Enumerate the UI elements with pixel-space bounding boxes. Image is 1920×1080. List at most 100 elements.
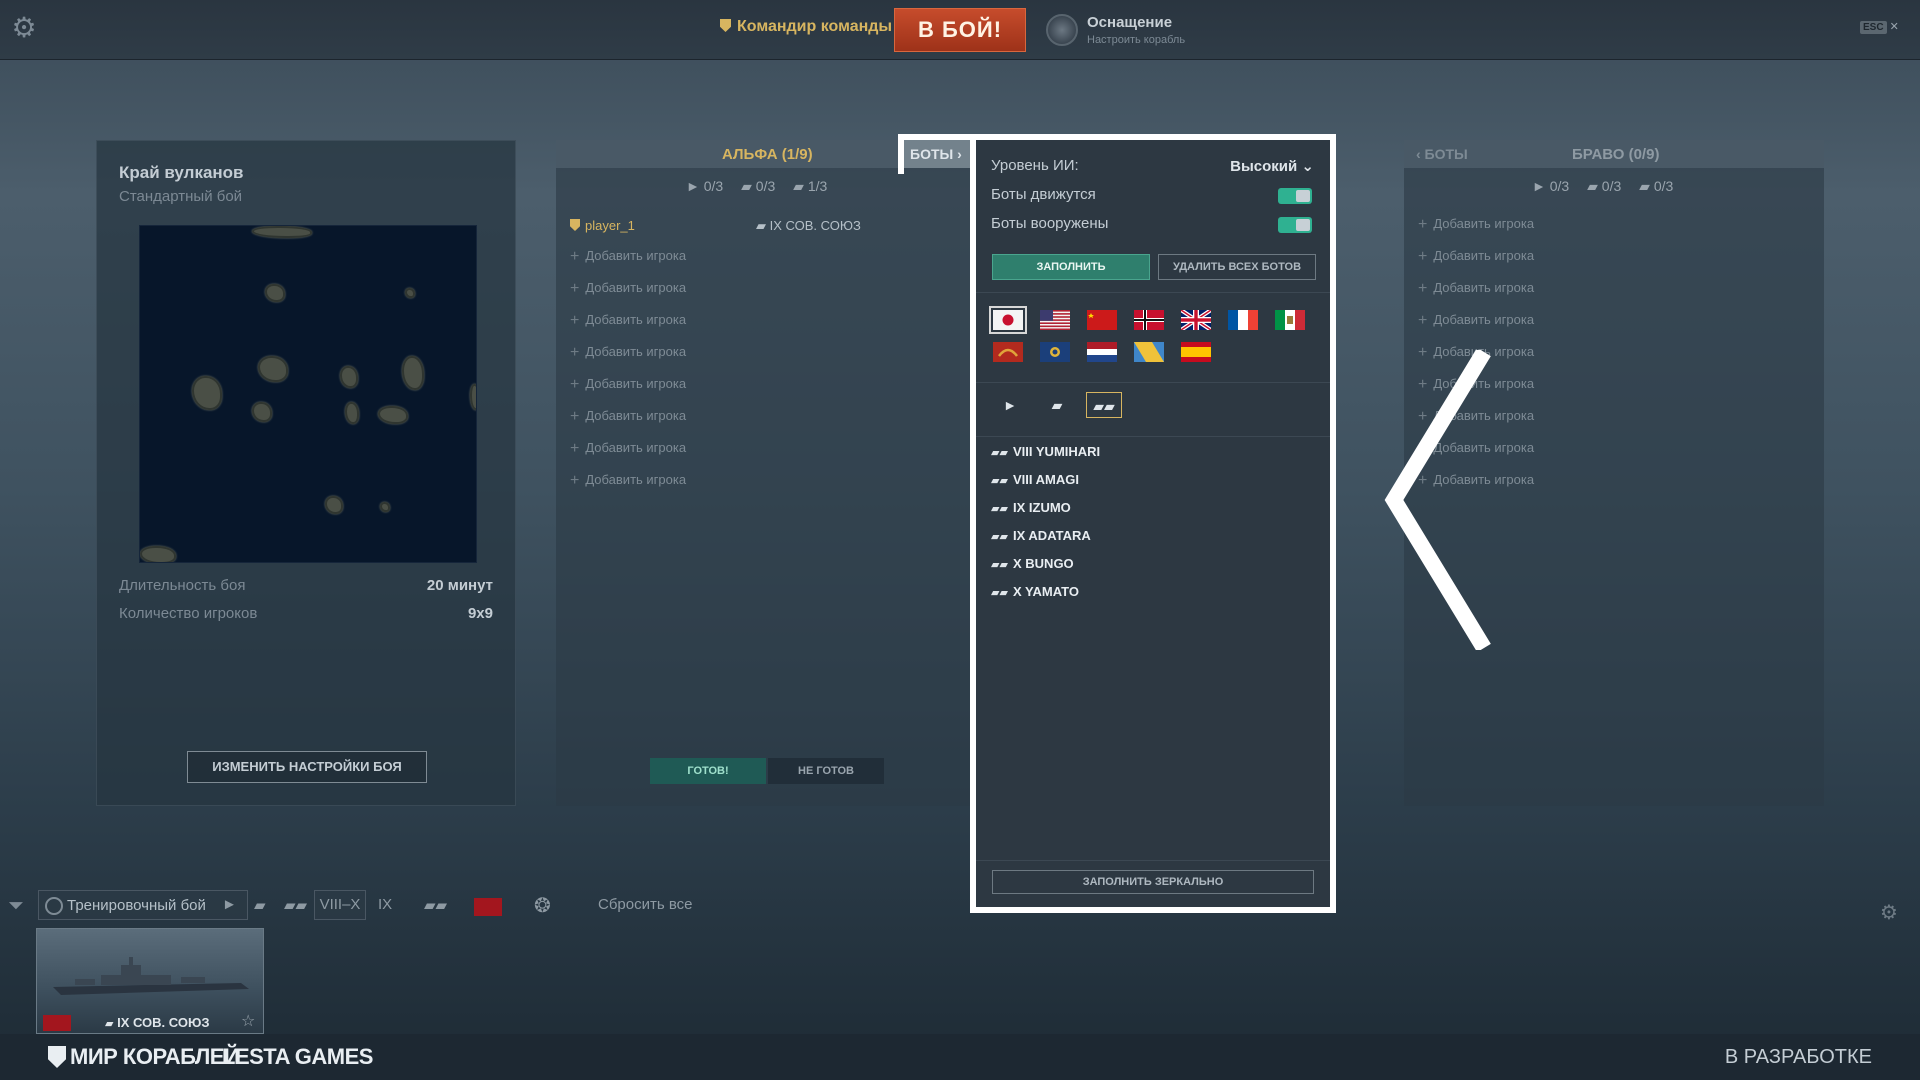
island [378, 406, 408, 424]
destroyer-class-icon[interactable]: ▰▰ [1086, 392, 1122, 418]
plus-icon: + [1418, 280, 1428, 297]
battleship-class-icon[interactable]: ► [992, 392, 1028, 418]
add-player-slot[interactable]: + Добавить игрока [1418, 280, 1534, 298]
ship-class-icon: ▰▰ [991, 559, 1008, 571]
esc-key: ESC [1860, 21, 1887, 34]
reset-all-filters[interactable]: Сбросить все [598, 896, 692, 913]
bravo-class-counts: ► 0/3 ▰ 0/3 ▰ 0/3 [1532, 178, 1674, 194]
equipment-icon[interactable] [1046, 14, 1078, 46]
island [380, 502, 390, 512]
tier-range-filter[interactable]: VIII–X [314, 890, 366, 920]
player-1-ship: ▰ IX СОВ. СОЮЗ [756, 218, 861, 233]
add-player-slot[interactable]: + Добавить игрока [570, 472, 686, 490]
change-battle-settings-button[interactable]: ИЗМЕНИТЬ НАСТРОЙКИ БОЯ [187, 751, 427, 783]
add-player-slot[interactable]: + Добавить игрока [1418, 312, 1534, 330]
cruiser-icon: ▰ [1587, 178, 1598, 194]
bravo-title: БРАВО (0/9) [1572, 146, 1660, 163]
tier-filter[interactable]: IX [378, 896, 392, 913]
ussr-flag[interactable] [1087, 310, 1117, 330]
france-flag[interactable] [1228, 310, 1258, 330]
ship-image [53, 957, 249, 995]
ship-carousel-card[interactable]: ▰ IX СОВ. СОЮЗ ☆ [36, 928, 264, 1034]
island [340, 366, 358, 388]
carousel-filter-bar: ⏷ Тренировочный бой ► ▰ ▰▰ VIII–X IX ▰▰ … [0, 890, 1920, 924]
equipment-title[interactable]: Оснащение [1087, 14, 1172, 31]
bots-armed-toggle[interactable] [1278, 217, 1312, 233]
usa-flag[interactable] [1040, 310, 1070, 330]
fill-bots-button[interactable]: ЗАПОЛНИТЬ [992, 254, 1150, 280]
battle-mode-select[interactable]: Тренировочный бой [38, 890, 248, 920]
star-icon: ☆ [241, 1013, 256, 1030]
ussr-flag-filter[interactable] [474, 898, 502, 916]
uk-flag[interactable] [1181, 310, 1211, 330]
divider [976, 382, 1330, 383]
pan-america-flag[interactable] [1134, 342, 1164, 362]
ai-level-dropdown[interactable]: Высокий ⌄ [1230, 157, 1314, 175]
destroyer-filter-icon[interactable]: ▰▰ [284, 896, 307, 914]
remove-all-bots-button[interactable]: УДАЛИТЬ ВСЕХ БОТОВ [1158, 254, 1316, 280]
settings-gear-icon[interactable]: ⚙ [10, 14, 38, 42]
island [325, 496, 343, 514]
plus-icon: + [1418, 312, 1428, 329]
carousel-settings-icon[interactable]: ⚙ [1880, 900, 1898, 925]
in-development-label: В РАЗРАБОТКЕ [1724, 1046, 1872, 1068]
plus-icon: + [570, 280, 580, 297]
ship-list-item[interactable]: ▰▰ X YAMATO [991, 584, 1079, 599]
bots-panel: Уровень ИИ: Высокий ⌄ Боты движутся Боты… [976, 140, 1330, 907]
plus-icon: + [570, 248, 580, 265]
island [252, 226, 312, 238]
add-player-slot[interactable]: + Добавить игрока [570, 280, 686, 298]
battleship-icon: ► [686, 178, 700, 194]
bots-tab[interactable]: БОТЫ › [904, 140, 976, 168]
bots-move-toggle[interactable] [1278, 188, 1312, 204]
battle-button[interactable]: В БОЙ! [894, 8, 1026, 52]
germany-flag[interactable] [1134, 310, 1164, 330]
add-player-slot[interactable]: + Добавить игрока [570, 408, 686, 426]
cruiser-class-icon: ▰ [756, 218, 766, 233]
battleship-icon: ► [1532, 178, 1546, 194]
japan-flag[interactable] [989, 306, 1027, 334]
ship-class-filter-icon[interactable]: ▰▰ [424, 896, 447, 914]
alpha-team-panel: АЛЬФА (1/9) ► 0/3 ▰ 0/3 ▰ 1/3 player_1 ▰… [556, 140, 976, 806]
add-player-slot[interactable]: + Добавить игрока [570, 248, 686, 266]
divider [976, 860, 1330, 861]
ready-button[interactable]: ГОТОВ! [650, 758, 766, 784]
commander-shield-icon [720, 19, 731, 32]
add-player-slot[interactable]: + Добавить игрока [1418, 248, 1534, 266]
battleship-filter-icon[interactable]: ► [222, 896, 237, 913]
ship-card-name: ▰ IX СОВ. СОЮЗ [105, 1015, 210, 1030]
ship-list-item[interactable]: ▰▰ VIII YUMIHARI [991, 444, 1100, 459]
cruiser-filter-icon[interactable]: ▰ [254, 896, 266, 914]
add-player-slot[interactable]: + Добавить игрока [570, 440, 686, 458]
ship-class-icon: ▰ [105, 1018, 114, 1030]
not-ready-button[interactable]: НЕ ГОТОВ [768, 758, 884, 784]
mir-korabley-logo: МИР КОРАБЛЕЙ [48, 1044, 240, 1070]
esc-close-button[interactable]: ESC ✕ [1860, 20, 1899, 34]
commonwealth-flag[interactable] [1040, 342, 1070, 362]
add-player-slot[interactable]: + Добавить игрока [570, 344, 686, 362]
island [258, 356, 288, 382]
ship-class-icon: ▰▰ [991, 475, 1008, 487]
add-player-slot[interactable]: + Добавить игрока [570, 312, 686, 330]
filter-icon[interactable]: ⏷ [8, 895, 24, 918]
cruiser-class-icon[interactable]: ▰ [1039, 392, 1075, 418]
netherlands-flag[interactable] [1087, 342, 1117, 362]
ship-list-item[interactable]: ▰▰ IX IZUMO [991, 500, 1071, 515]
ship-list-item[interactable]: ▰▰ VIII AMAGI [991, 472, 1079, 487]
player-row-player-1[interactable]: player_1 [570, 218, 635, 233]
add-player-slot[interactable]: + Добавить игрока [1418, 216, 1534, 234]
add-player-slot[interactable]: + Добавить игрока [570, 376, 686, 394]
plus-icon: + [570, 440, 580, 457]
players-count-value: 9x9 [467, 605, 493, 622]
wreath-filter-icon[interactable]: ❂ [534, 893, 551, 918]
island [192, 376, 222, 410]
pan-asia-flag[interactable] [993, 342, 1023, 362]
spain-flag[interactable] [1181, 342, 1211, 362]
bravo-bots-link[interactable]: ‹ БОТЫ [1416, 146, 1468, 162]
ship-list-item[interactable]: ▰▰ IX ADATARA [991, 528, 1091, 543]
ussr-flag [43, 1015, 71, 1031]
italy-flag[interactable] [1275, 310, 1305, 330]
bravo-header: ‹ БОТЫ БРАВО (0/9) [1404, 140, 1824, 168]
ship-list-item[interactable]: ▰▰ X BUNGO [991, 556, 1074, 571]
team-commander-label[interactable]: Командир команды [720, 18, 892, 36]
